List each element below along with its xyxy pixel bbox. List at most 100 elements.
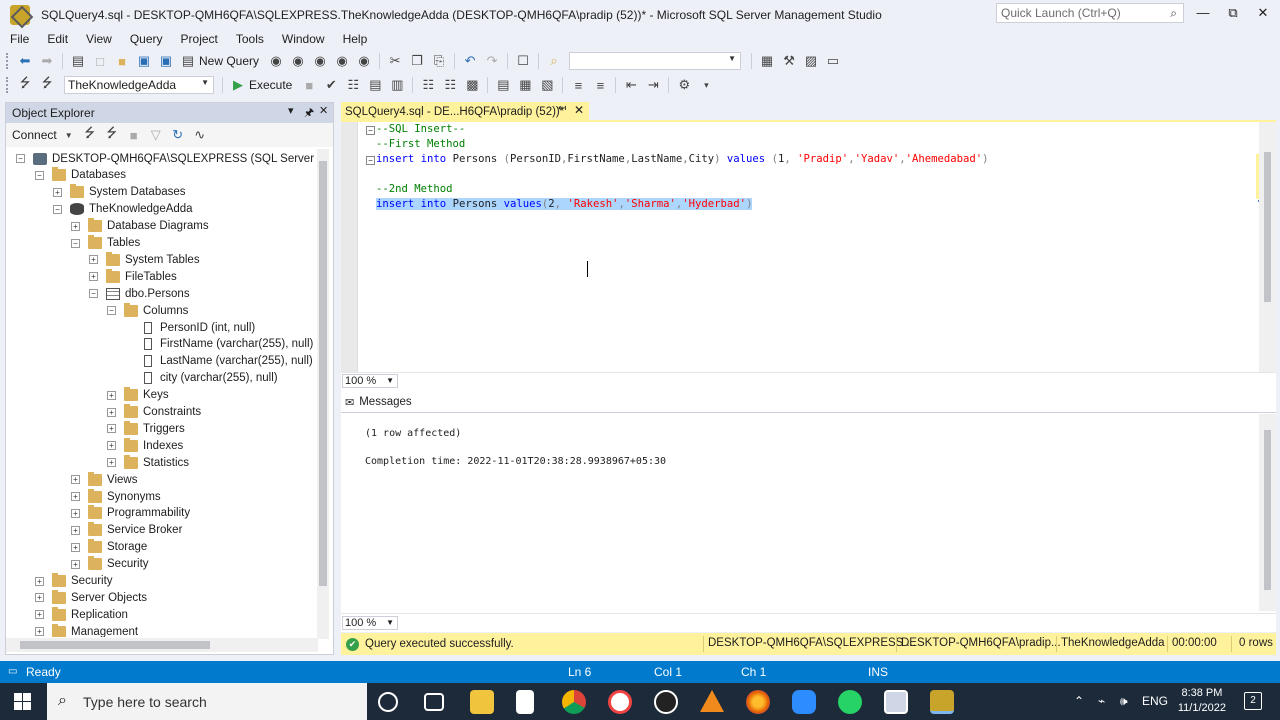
refresh-icon[interactable]: ↻ bbox=[170, 127, 186, 143]
tree-node[interactable]: + Keys bbox=[107, 387, 169, 404]
new-query-icon[interactable]: ▤ bbox=[180, 53, 196, 69]
tree-node[interactable]: − Columns bbox=[107, 302, 188, 319]
tree-node[interactable]: + Security bbox=[35, 573, 113, 590]
editor-zoom-select[interactable]: 100 % ▼ bbox=[342, 374, 398, 388]
tree-node[interactable]: + System Databases bbox=[53, 184, 186, 201]
parse-icon[interactable]: ✔ bbox=[323, 77, 339, 93]
toolbar-options-icon[interactable]: ▾ bbox=[698, 77, 714, 93]
query-editor[interactable]: − − --SQL Insert-- --First Method insert i… bbox=[341, 122, 1276, 372]
scrollbar-thumb[interactable] bbox=[1264, 152, 1271, 302]
db-engine-query-icon[interactable]: ◉ bbox=[268, 53, 284, 69]
expand-icon[interactable]: + bbox=[107, 407, 116, 417]
filter-icon[interactable]: ▽ bbox=[148, 127, 164, 143]
taskbar-search-box[interactable]: ⌕ Type here to search bbox=[47, 683, 367, 720]
windows-start-icon[interactable] bbox=[14, 693, 31, 710]
tree-node[interactable]: + Management bbox=[35, 623, 138, 637]
tree-node[interactable]: + Service Broker bbox=[71, 522, 182, 539]
file-explorer-icon[interactable] bbox=[470, 690, 494, 714]
tree-node[interactable]: + Server Objects bbox=[35, 589, 147, 606]
app-red-icon[interactable] bbox=[608, 690, 632, 714]
cut-icon[interactable]: ✂ bbox=[387, 53, 403, 69]
tree-node[interactable]: + Security bbox=[71, 556, 149, 573]
database-select[interactable]: TheKnowledgeAdda ▼ bbox=[64, 76, 214, 94]
chrome-icon[interactable] bbox=[562, 690, 586, 714]
results-to-grid-icon[interactable]: ▦ bbox=[517, 77, 533, 93]
tree-node[interactable]: LastName (varchar(255), null) bbox=[124, 353, 313, 370]
output-window-icon[interactable]: ▭ bbox=[825, 53, 841, 69]
stop-icon[interactable]: ■ bbox=[301, 77, 317, 93]
collapse-icon[interactable]: − bbox=[35, 170, 44, 180]
tree-node[interactable]: + Programmability bbox=[71, 505, 190, 522]
expand-icon[interactable]: + bbox=[71, 475, 80, 485]
tree-node[interactable]: city (varchar(255), null) bbox=[124, 370, 278, 387]
scrollbar-thumb[interactable] bbox=[20, 641, 210, 649]
disconnect-icon[interactable]: ⭍ bbox=[104, 125, 120, 143]
language-indicator[interactable]: ENG bbox=[1142, 694, 1168, 708]
save-all-icon[interactable]: ▣ bbox=[158, 53, 174, 69]
expand-icon[interactable]: + bbox=[71, 559, 80, 569]
chevron-up-icon[interactable]: ⌃ bbox=[1074, 694, 1084, 708]
collapse-icon[interactable]: − bbox=[107, 306, 116, 316]
find-combo[interactable]: ▼ bbox=[569, 52, 742, 70]
menu-file[interactable]: File bbox=[0, 31, 37, 47]
menu-help[interactable]: Help bbox=[333, 31, 376, 47]
expand-icon[interactable]: + bbox=[107, 424, 116, 434]
connect-button[interactable]: Connect bbox=[12, 128, 57, 142]
toolbar-grip[interactable] bbox=[6, 77, 10, 93]
minimize-button[interactable]: — bbox=[1188, 4, 1218, 24]
display-plan-icon[interactable]: ☷ bbox=[345, 77, 361, 93]
pin-icon[interactable]: 🖈 bbox=[304, 104, 314, 123]
collapse-icon[interactable]: − bbox=[53, 204, 62, 214]
expand-icon[interactable]: + bbox=[89, 272, 98, 282]
tree-node[interactable]: + Indexes bbox=[107, 437, 183, 454]
results-to-icon[interactable]: ▥ bbox=[389, 77, 405, 93]
redo-icon[interactable]: ↷ bbox=[484, 53, 500, 69]
close-icon[interactable]: ✕ bbox=[574, 103, 584, 117]
mdx-query-icon[interactable]: ◉ bbox=[290, 53, 306, 69]
collapse-toggle[interactable]: − bbox=[366, 156, 375, 165]
toolbox-icon[interactable]: ▨ bbox=[803, 53, 819, 69]
expand-icon[interactable]: + bbox=[71, 508, 80, 518]
collapse-icon[interactable]: − bbox=[71, 238, 80, 248]
specify-values-icon[interactable]: ⚙ bbox=[676, 77, 692, 93]
task-view-icon[interactable] bbox=[424, 693, 444, 711]
tree-node[interactable]: + System Tables bbox=[89, 251, 200, 268]
ssms-taskbar-icon[interactable] bbox=[930, 690, 954, 714]
expand-icon[interactable]: + bbox=[35, 627, 44, 637]
das-query-icon[interactable]: ◉ bbox=[356, 53, 372, 69]
paste-icon[interactable]: ⎘ bbox=[431, 53, 447, 69]
tree-node[interactable]: PersonID (int, null) bbox=[124, 319, 255, 336]
collapse-toggle[interactable]: − bbox=[366, 126, 375, 135]
forward-icon[interactable]: ➡ bbox=[39, 53, 55, 69]
find-icon[interactable]: ⌕ bbox=[546, 53, 562, 69]
expand-icon[interactable]: + bbox=[71, 221, 80, 231]
clock[interactable]: 8:38 PM 11/1/2022 bbox=[1178, 686, 1226, 716]
expand-icon[interactable]: + bbox=[71, 525, 80, 535]
xmla-query-icon[interactable]: ◉ bbox=[334, 53, 350, 69]
tree-node[interactable]: + Storage bbox=[71, 539, 147, 556]
tree-node[interactable]: + Replication bbox=[35, 606, 128, 623]
network-icon[interactable]: ⌁ bbox=[1098, 694, 1105, 708]
pin-icon[interactable]: ↤ bbox=[558, 103, 566, 114]
scrollbar-thumb[interactable] bbox=[319, 161, 327, 586]
restore-button[interactable]: ⧉ bbox=[1218, 4, 1248, 24]
ssms-window-icon[interactable] bbox=[884, 690, 908, 714]
menu-window[interactable]: Window bbox=[272, 31, 333, 47]
tree-node[interactable]: + Views bbox=[71, 471, 137, 488]
results-to-text-icon[interactable]: ▤ bbox=[495, 77, 511, 93]
expand-icon[interactable]: + bbox=[89, 255, 98, 265]
vlc-icon[interactable] bbox=[700, 690, 724, 712]
close-button[interactable]: ✕ bbox=[1248, 4, 1278, 24]
expand-icon[interactable]: + bbox=[107, 441, 116, 451]
include-plan-icon[interactable]: ☷ bbox=[420, 77, 436, 93]
decrease-indent-icon[interactable]: ⇤ bbox=[623, 77, 639, 93]
connect-icon[interactable]: ⭍ bbox=[17, 75, 33, 93]
volume-icon[interactable]: 🕪 bbox=[1120, 694, 1128, 709]
back-icon[interactable]: ⬅ bbox=[17, 53, 33, 69]
expand-icon[interactable]: + bbox=[71, 492, 80, 501]
tab-messages[interactable]: ✉ Messages bbox=[345, 392, 417, 412]
tree-node[interactable]: + Database Diagrams bbox=[71, 218, 209, 235]
menu-tools[interactable]: Tools bbox=[226, 31, 272, 47]
menu-query[interactable]: Query bbox=[120, 31, 171, 47]
activity-monitor-icon[interactable]: ☐ bbox=[515, 53, 531, 69]
